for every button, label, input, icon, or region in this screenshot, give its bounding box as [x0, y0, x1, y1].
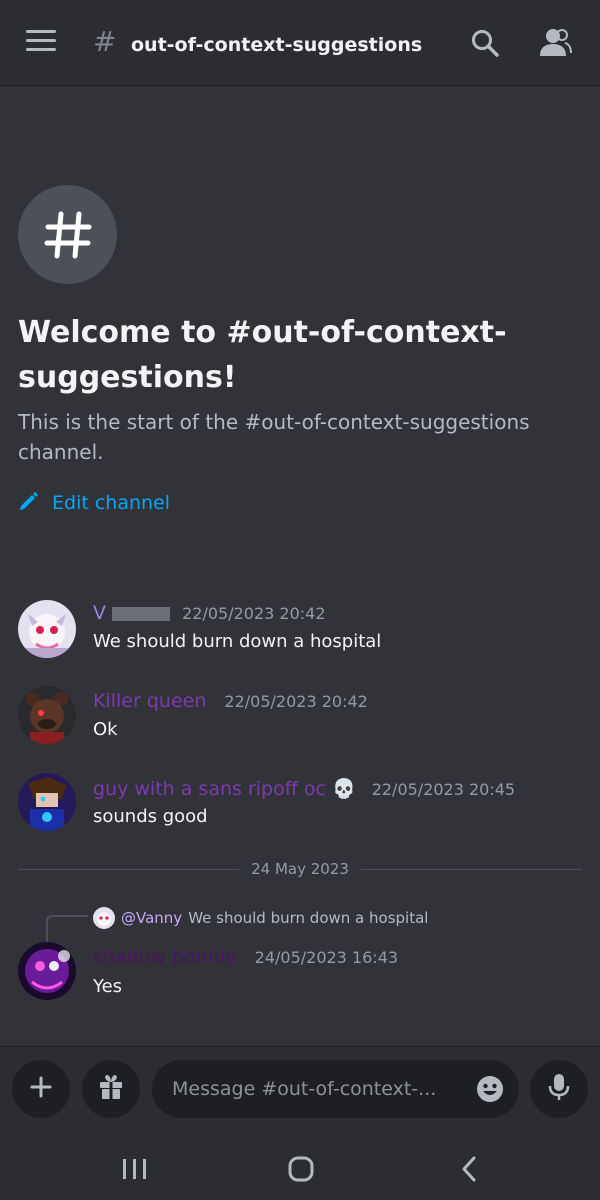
reply-connector: [46, 915, 88, 943]
message-content: Yes: [93, 976, 123, 997]
date-divider: 24 May 2023: [18, 858, 582, 880]
channel-name[interactable]: out-of-context-suggestions: [131, 34, 422, 56]
microphone-icon: [546, 1072, 572, 1106]
system-navigation-bar: [0, 1136, 600, 1200]
timestamp: 24/05/2023 16:43: [254, 948, 399, 967]
timestamp: 22/05/2023 20:42: [224, 692, 368, 711]
message-content: Ok: [93, 719, 118, 740]
hamburger-menu-icon[interactable]: [26, 30, 56, 56]
gift-button[interactable]: [82, 1060, 140, 1118]
voice-message-button[interactable]: [530, 1060, 588, 1118]
avatar[interactable]: [18, 773, 76, 831]
reply-mention[interactable]: @Vanny: [121, 909, 182, 927]
channel-hash-icon: #: [93, 25, 117, 58]
message-input[interactable]: Message #out-of-context-...: [152, 1060, 519, 1118]
plus-icon: [29, 1075, 53, 1103]
author-name[interactable]: shadow bonnie: [93, 946, 237, 968]
timestamp: 22/05/2023 20:45: [371, 780, 516, 799]
skull-emoji: 💀: [331, 778, 356, 800]
emoji-icon[interactable]: [475, 1074, 505, 1104]
edit-channel-label: Edit channel: [52, 492, 171, 514]
message-composer: Message #out-of-context-...: [0, 1046, 600, 1136]
avatar[interactable]: [18, 600, 76, 658]
message-content: sounds good: [93, 806, 208, 827]
members-icon[interactable]: [538, 27, 572, 59]
reply-text: We should burn down a hospital: [188, 909, 429, 927]
channel-hash-large-icon: [18, 185, 117, 284]
recent-apps-icon[interactable]: [117, 1154, 153, 1184]
author-name[interactable]: Killer queen: [93, 690, 206, 712]
divider-line-right: [360, 868, 582, 870]
message[interactable]: shadow bonnie 24/05/2023 16:43 Yes: [18, 940, 588, 1002]
search-icon[interactable]: [470, 28, 500, 58]
pencil-icon: [18, 490, 40, 517]
message[interactable]: guy with a sans ripoff oc 💀 22/05/2023 2…: [18, 773, 588, 835]
author-name[interactable]: guy with a sans ripoff oc: [93, 778, 326, 800]
message[interactable]: V 22/05/2023 20:42 We should burn down a…: [18, 598, 588, 660]
channel-header: # out-of-context-suggestions: [0, 0, 600, 86]
avatar[interactable]: [18, 686, 76, 744]
date-divider-label: 24 May 2023: [251, 860, 349, 878]
back-icon[interactable]: [452, 1154, 488, 1184]
author-name[interactable]: V: [93, 602, 106, 624]
timestamp: 22/05/2023 20:42: [182, 604, 326, 623]
welcome-description: This is the start of the #out-of-context…: [18, 410, 530, 464]
add-attachment-button[interactable]: [12, 1060, 70, 1118]
message[interactable]: Killer queen 22/05/2023 20:42 Ok: [18, 686, 588, 748]
edit-channel-link[interactable]: Edit channel: [18, 488, 170, 518]
reply-reference[interactable]: @Vanny We should burn down a hospital: [93, 906, 428, 930]
redacted-name-block: [112, 606, 171, 621]
divider-line-left: [18, 868, 240, 870]
home-icon[interactable]: [283, 1154, 319, 1184]
gift-icon: [96, 1072, 126, 1106]
avatar[interactable]: [18, 942, 76, 1000]
message-content: We should burn down a hospital: [93, 631, 382, 652]
message-input-placeholder: Message #out-of-context-...: [172, 1078, 437, 1100]
reply-avatar: [93, 907, 115, 929]
welcome-title: Welcome to #out-of-context-suggestions!: [18, 315, 507, 395]
